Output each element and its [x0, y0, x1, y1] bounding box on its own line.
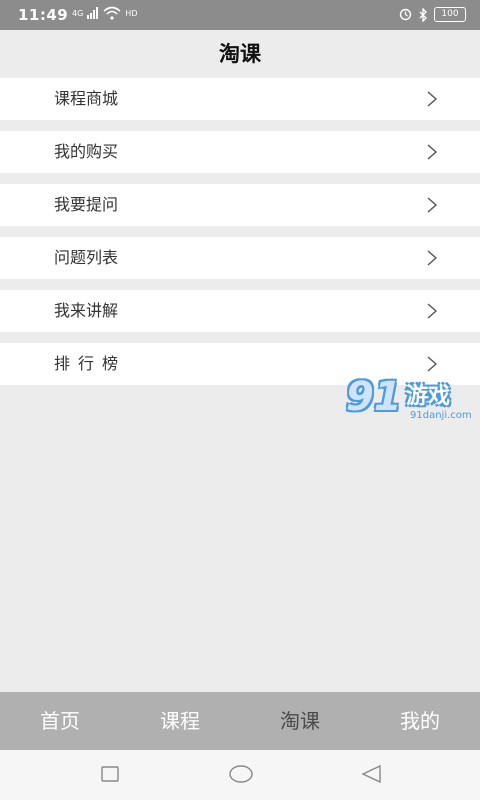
wifi-icon: [103, 6, 121, 20]
status-time: 11:49: [18, 6, 69, 24]
tab-mine[interactable]: 我的: [360, 692, 480, 750]
watermark-text: 游戏: [406, 384, 451, 409]
menu-item-label: 问题列表: [54, 248, 119, 267]
alarm-icon: [399, 8, 412, 21]
menu-item-label: 我来讲解: [54, 301, 119, 320]
menu-item-question-list[interactable]: 问题列表: [0, 237, 480, 279]
status-bar: 11:49 4G HD 100: [0, 0, 480, 30]
menu-item-label: 课程商城: [54, 89, 119, 108]
chevron-right-icon: [427, 91, 438, 107]
home-icon[interactable]: [228, 764, 254, 784]
recent-apps-icon[interactable]: [100, 764, 120, 784]
bluetooth-icon: [419, 7, 427, 22]
menu-item-ask-question[interactable]: 我要提问: [0, 184, 480, 226]
menu-item-explain[interactable]: 我来讲解: [0, 290, 480, 332]
tab-courses[interactable]: 课程: [120, 692, 240, 750]
menu-item-label: 我要提问: [54, 195, 119, 214]
chevron-right-icon: [427, 356, 438, 372]
chevron-right-icon: [427, 303, 438, 319]
menu-item-label: 排行榜: [54, 354, 127, 373]
chevron-right-icon: [427, 144, 438, 160]
hd-label: HD: [125, 8, 138, 18]
menu-list: 课程商城 我的购买 我要提问 问题列表 我来讲解 排行榜: [0, 78, 480, 396]
tab-taoke[interactable]: 淘课: [240, 692, 360, 750]
chevron-right-icon: [427, 197, 438, 213]
watermark-logo: 91 游戏 91danji.com: [346, 374, 480, 430]
system-nav-bar: [0, 750, 480, 800]
status-right-icons: 100: [399, 7, 466, 22]
bottom-tab-bar: 首页 课程 淘课 我的: [0, 692, 480, 750]
battery-indicator: 100: [434, 7, 466, 22]
signal-icon: [87, 7, 99, 19]
menu-item-course-store[interactable]: 课程商城: [0, 78, 480, 120]
status-left-icons: 4G HD: [72, 6, 137, 20]
menu-item-my-purchases[interactable]: 我的购买: [0, 131, 480, 173]
tab-home[interactable]: 首页: [0, 692, 120, 750]
watermark-number: 91: [346, 374, 402, 420]
back-icon[interactable]: [360, 764, 382, 784]
menu-item-label: 我的购买: [54, 142, 119, 161]
page-title: 淘课: [0, 30, 480, 76]
watermark-url: 91danji.com: [410, 410, 472, 421]
network-type-label: 4G: [72, 8, 84, 18]
chevron-right-icon: [427, 250, 438, 266]
